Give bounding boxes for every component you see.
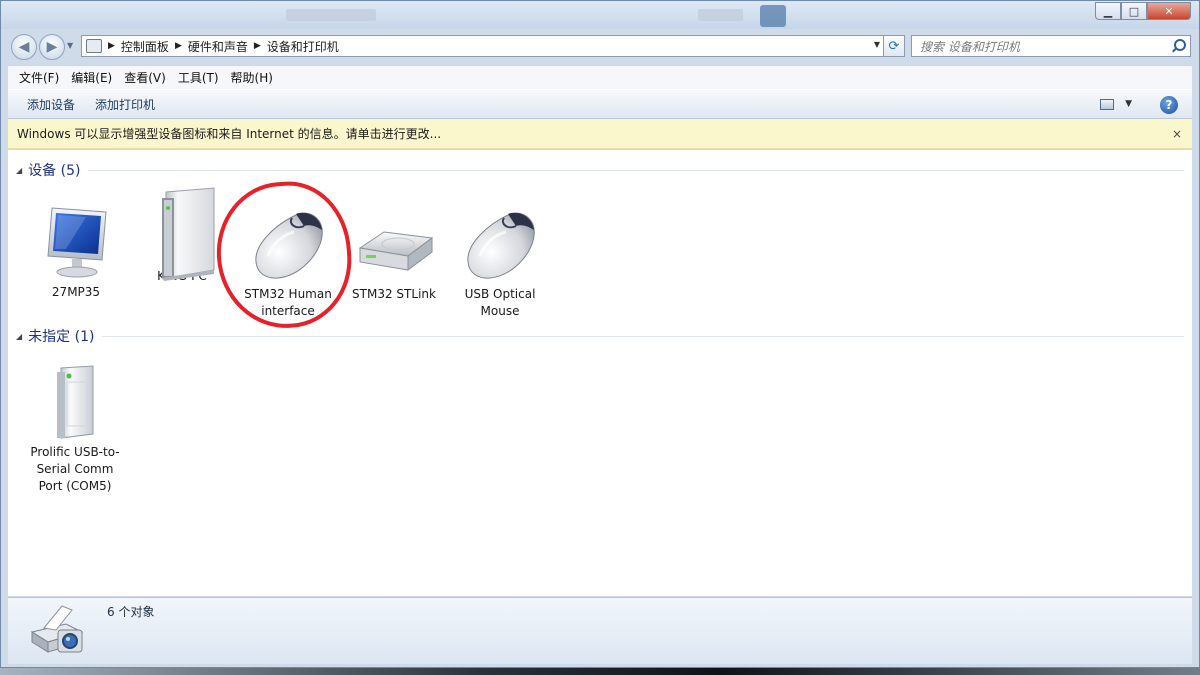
computer-tower-icon: [142, 186, 222, 282]
menu-bar: 文件(F) 编辑(E) 查看(V) 工具(T) 帮助(H): [8, 65, 1192, 89]
close-button[interactable]: ✕: [1147, 2, 1191, 20]
devices-printers-icon: [86, 39, 102, 53]
device-label: STM32 STLink: [352, 287, 436, 301]
refresh-icon: ⟳: [888, 38, 900, 54]
device-tile-king-pc[interactable]: KING-PC: [129, 186, 235, 285]
monitor-icon: [36, 202, 116, 282]
breadcrumb-devices-printers[interactable]: 设备和打印机: [267, 38, 339, 55]
device-label: STM32 Human interface: [244, 287, 332, 318]
explorer-window: ▁ □ ✕ ◀ ▶ ▼ ▶ 控制面板 ▶ 硬件和声音 ▶ 设备和打印机 ▼ ⟳ …: [0, 0, 1200, 668]
group-header-devices[interactable]: ◢ 设备 (5): [16, 160, 1184, 180]
forward-button[interactable]: ▶: [39, 34, 65, 60]
group-title: 设备 (5): [28, 163, 81, 179]
maximize-icon: □: [1128, 4, 1140, 18]
breadcrumb-control-panel[interactable]: 控制面板: [121, 38, 169, 55]
printer-camera-icon: [26, 602, 88, 660]
add-printer-button[interactable]: 添加打印机: [85, 96, 165, 113]
device-list: ◢ 设备 (5) 27MP35 STM32 Human interface ST…: [8, 150, 1192, 596]
navigation-bar: ◀ ▶ ▼ ▶ 控制面板 ▶ 硬件和声音 ▶ 设备和打印机 ▼ ⟳ 搜索 设备和…: [9, 32, 1193, 60]
collapse-arrow-icon[interactable]: ◢: [16, 332, 22, 341]
arrow-right-icon: ▶: [46, 39, 58, 55]
details-pane: 6 个对象: [8, 597, 1192, 664]
add-device-button[interactable]: 添加设备: [8, 96, 85, 113]
back-button[interactable]: ◀: [11, 34, 37, 60]
device-tile-usb-optical-mouse[interactable]: USB Optical Mouse: [447, 204, 553, 320]
device-tile-stm32-human-interface[interactable]: STM32 Human interface: [235, 204, 341, 320]
menu-view[interactable]: 查看(V): [118, 67, 172, 89]
title-bar[interactable]: ▁ □ ✕: [1, 1, 1199, 29]
group-header-unspecified[interactable]: ◢ 未指定 (1): [16, 326, 1184, 346]
refresh-button[interactable]: ⟳: [883, 35, 905, 57]
recent-pages-dropdown[interactable]: ▼: [67, 41, 73, 50]
address-history-dropdown[interactable]: ▼: [874, 40, 880, 49]
menu-edit[interactable]: 编辑(E): [65, 67, 118, 89]
command-bar: 添加设备 添加打印机 ▼ ?: [8, 89, 1192, 119]
group-divider: [102, 335, 1184, 337]
arrow-left-icon: ◀: [18, 39, 30, 55]
group-title: 未指定 (1): [28, 329, 95, 345]
breadcrumb-hardware-sound[interactable]: 硬件和声音: [188, 38, 248, 55]
close-icon[interactable]: ×: [1172, 127, 1182, 141]
address-bar[interactable]: ▶ 控制面板 ▶ 硬件和声音 ▶ 设备和打印机 ▼: [81, 35, 885, 57]
menu-help[interactable]: 帮助(H): [225, 67, 279, 89]
info-bar[interactable]: Windows 可以显示增强型设备图标和来自 Internet 的信息。请单击进…: [8, 119, 1192, 149]
generic-device-icon: [35, 362, 115, 442]
caption-buttons: ▁ □ ✕: [1095, 2, 1191, 20]
mouse-icon: [460, 204, 540, 284]
external-drive-icon: [354, 204, 434, 284]
taskbar-edge: [0, 668, 1200, 675]
change-view-icon[interactable]: [1100, 99, 1114, 110]
minimize-icon: ▁: [1103, 4, 1113, 18]
item-count: 6 个对象: [107, 605, 155, 619]
view-options-dropdown[interactable]: ▼: [1125, 99, 1132, 109]
device-label: Prolific USB-to-Serial Comm Port (COM5): [30, 445, 120, 493]
chevron-right-icon[interactable]: ▶: [108, 41, 115, 51]
background-window-ghost: [286, 9, 376, 21]
info-bar-message[interactable]: Windows 可以显示增强型设备图标和来自 Internet 的信息。请单击进…: [8, 125, 441, 142]
collapse-arrow-icon[interactable]: ◢: [16, 166, 22, 175]
search-icon[interactable]: [1172, 39, 1186, 53]
search-box[interactable]: 搜索 设备和打印机: [911, 35, 1191, 57]
device-label: USB Optical Mouse: [464, 287, 536, 318]
device-tile-stm32-stlink[interactable]: STM32 STLink: [341, 204, 447, 303]
maximize-button[interactable]: □: [1121, 2, 1147, 20]
group-divider: [88, 169, 1184, 171]
mouse-icon: [248, 204, 328, 284]
minimize-button[interactable]: ▁: [1095, 2, 1121, 20]
menu-tools[interactable]: 工具(T): [172, 67, 225, 89]
background-window-ghost: [760, 5, 786, 27]
search-input[interactable]: 搜索 设备和打印机: [912, 38, 1172, 55]
close-icon: ✕: [1164, 4, 1174, 18]
menu-file[interactable]: 文件(F): [8, 67, 65, 89]
help-icon[interactable]: ?: [1160, 96, 1178, 114]
chevron-right-icon[interactable]: ▶: [254, 41, 261, 51]
background-window-ghost: [698, 9, 743, 21]
chevron-right-icon[interactable]: ▶: [175, 41, 182, 51]
device-tile-27mp35[interactable]: 27MP35: [23, 202, 129, 301]
device-label: 27MP35: [51, 285, 101, 299]
device-tile-prolific-com5[interactable]: Prolific USB-to-Serial Comm Port (COM5): [23, 362, 127, 495]
